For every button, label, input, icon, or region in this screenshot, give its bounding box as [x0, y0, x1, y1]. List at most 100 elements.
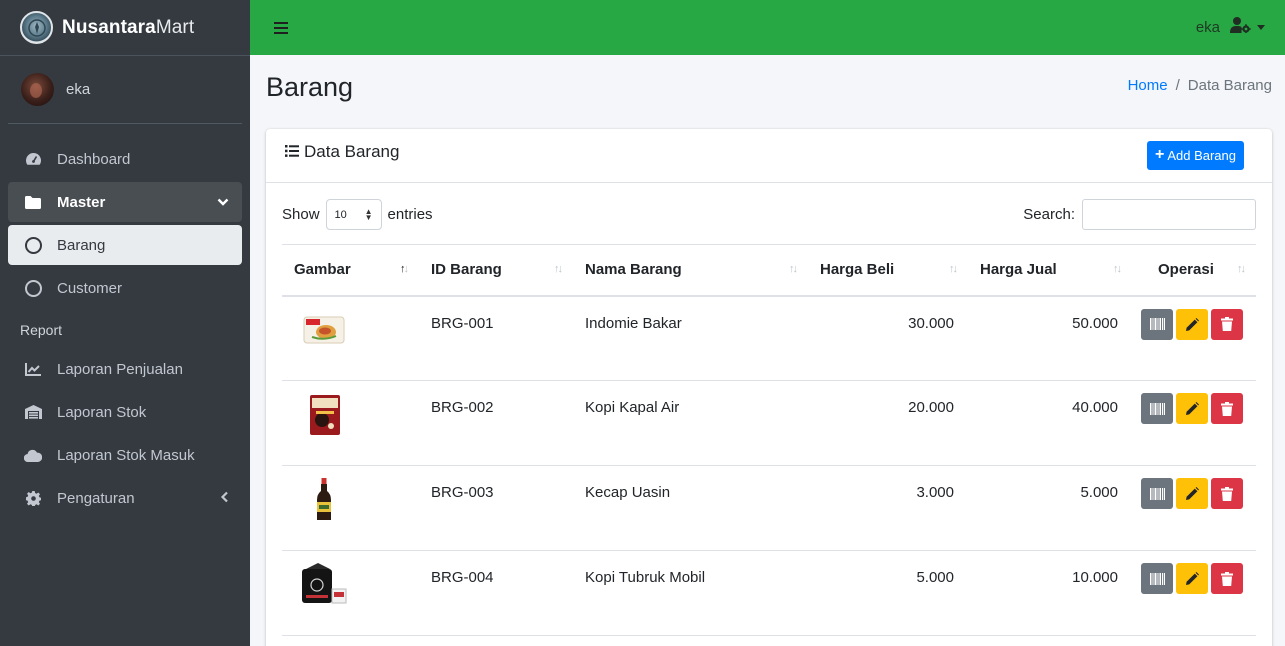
menu-toggle-icon[interactable]	[274, 21, 288, 34]
cell-nama-barang: Indomie Bakar	[573, 295, 808, 381]
chevron-down-icon	[217, 194, 229, 211]
product-image	[294, 316, 348, 357]
cell-gambar	[282, 550, 419, 636]
cell-operasi	[1132, 380, 1256, 466]
delete-button[interactable]	[1211, 308, 1243, 340]
edit-button[interactable]	[1176, 308, 1208, 340]
show-label: Show	[282, 206, 320, 223]
barang-table: Gambar ↑↓ ID Barang ↑↓ Nama Barang ↑↓ Harga…	[282, 244, 1256, 636]
delete-button[interactable]	[1211, 563, 1243, 594]
edit-button[interactable]	[1176, 393, 1208, 424]
table-row: BRG-001 Indomie Bakar 30.000 50.000	[282, 295, 1256, 381]
table-search: Search:	[1023, 199, 1256, 230]
sidebar-item-label: Dashboard	[57, 150, 131, 168]
circle-icon	[21, 279, 45, 297]
cell-id-barang: BRG-004	[419, 550, 573, 636]
chevron-left-icon	[220, 490, 229, 507]
product-image	[294, 563, 348, 611]
trash-icon	[1221, 401, 1233, 416]
sidebar-item-barang[interactable]: Barang	[8, 225, 242, 265]
cell-gambar	[282, 295, 419, 381]
delete-button[interactable]	[1211, 478, 1243, 509]
cell-operasi	[1132, 465, 1256, 551]
plus-icon: +	[1154, 146, 1165, 163]
user-cog-icon	[1230, 17, 1251, 37]
entries-select-value: 10	[334, 208, 347, 221]
cell-harga-beli: 5.000	[808, 550, 968, 636]
column-header-gambar[interactable]: Gambar ↑↓	[282, 244, 419, 297]
cell-id-barang: BRG-003	[419, 465, 573, 551]
avatar	[21, 73, 54, 106]
sidebar-item-pengaturan[interactable]: Pengaturan	[8, 478, 242, 518]
sidebar-item-label: Customer	[57, 279, 123, 297]
list-icon	[285, 142, 299, 162]
pencil-icon	[1185, 402, 1199, 415]
pencil-icon	[1185, 317, 1199, 331]
sidebar-item-master[interactable]: Master	[8, 182, 242, 222]
column-header-label: ID Barang	[431, 261, 502, 279]
folder-icon	[21, 195, 45, 209]
cell-gambar	[282, 380, 419, 466]
cell-harga-beli: 20.000	[808, 380, 968, 466]
brand-link[interactable]: NusantaraMart	[0, 0, 250, 56]
sidebar-item-dashboard[interactable]: Dashboard	[8, 139, 242, 179]
user-panel: eka	[8, 56, 242, 124]
column-header-harga-beli[interactable]: Harga Beli ↑↓	[808, 244, 968, 297]
barcode-button[interactable]	[1141, 308, 1173, 340]
user-name[interactable]: eka	[66, 81, 90, 98]
topbar: eka	[250, 0, 1285, 55]
search-input[interactable]	[1082, 199, 1256, 230]
card-title-text: Data Barang	[304, 142, 400, 161]
breadcrumb-separator: /	[1175, 77, 1180, 94]
sidebar-item-label: Laporan Stok	[57, 403, 147, 421]
sidebar-item-laporan-stok[interactable]: Laporan Stok	[8, 392, 242, 432]
select-arrows-icon: ▲ ▼	[364, 207, 373, 222]
product-image	[294, 478, 348, 526]
breadcrumb-home-link[interactable]: Home	[1128, 77, 1168, 94]
barcode-button[interactable]	[1141, 563, 1173, 594]
cell-id-barang: BRG-002	[419, 380, 573, 466]
column-header-label: Operasi	[1158, 261, 1214, 279]
table-row: BRG-002 Kopi Kapal Air 20.000 40.000	[282, 380, 1256, 466]
line-chart-icon	[21, 362, 45, 376]
column-header-harga-jual[interactable]: Harga Jual ↑↓	[968, 244, 1132, 297]
sort-icon: ↑↓	[1113, 263, 1122, 275]
circle-icon	[21, 236, 45, 254]
search-label: Search:	[1023, 206, 1075, 223]
warehouse-icon	[21, 405, 45, 419]
column-header-operasi[interactable]: Operasi ↑↓	[1132, 244, 1256, 297]
add-barang-button[interactable]: + Add Barang	[1146, 141, 1244, 170]
table-row: BRG-003 Kecap Uasin 3.000 5.000	[282, 465, 1256, 551]
barcode-button[interactable]	[1141, 478, 1173, 509]
breadcrumb-current: Data Barang	[1187, 77, 1272, 94]
breadcrumb: Home / Data Barang	[1128, 77, 1272, 94]
column-header-label: Harga Jual	[980, 261, 1057, 279]
card-header: Data Barang + Add Barang	[266, 129, 1272, 183]
sidebar-item-laporan-stok-masuk[interactable]: Laporan Stok Masuk	[8, 435, 242, 475]
sidebar-nav: Dashboard Master Barang Customer Report …	[0, 124, 250, 518]
user-dropdown[interactable]: eka	[1196, 17, 1265, 37]
brand-name: NusantaraMart	[62, 16, 195, 38]
topbar-user-name: eka	[1195, 18, 1220, 36]
data-barang-card: Data Barang + Add Barang Show 10 ▲ ▼ entr…	[266, 129, 1272, 646]
barcode-icon	[1149, 402, 1165, 415]
trash-icon	[1221, 317, 1233, 331]
barcode-button[interactable]	[1141, 393, 1173, 424]
cell-harga-jual: 50.000	[968, 295, 1132, 381]
column-header-label: Gambar	[294, 261, 351, 279]
edit-button[interactable]	[1176, 563, 1208, 594]
edit-button[interactable]	[1176, 478, 1208, 509]
gear-icon	[21, 490, 45, 506]
cell-nama-barang: Kopi Kapal Air	[573, 380, 808, 466]
delete-button[interactable]	[1211, 393, 1243, 424]
sidebar-item-customer[interactable]: Customer	[8, 268, 242, 308]
column-header-id-barang[interactable]: ID Barang ↑↓	[419, 244, 573, 297]
cell-harga-beli: 3.000	[808, 465, 968, 551]
entries-select[interactable]: 10 ▲ ▼	[325, 199, 382, 230]
cell-operasi	[1132, 295, 1256, 381]
sidebar-item-laporan-penjualan[interactable]: Laporan Penjualan	[8, 349, 242, 389]
column-header-label: Nama Barang	[585, 261, 682, 279]
nav-header-report: Report	[20, 322, 63, 338]
column-header-nama-barang[interactable]: Nama Barang ↑↓	[573, 244, 808, 297]
cell-nama-barang: Kopi Tubruk Mobil	[573, 550, 808, 636]
